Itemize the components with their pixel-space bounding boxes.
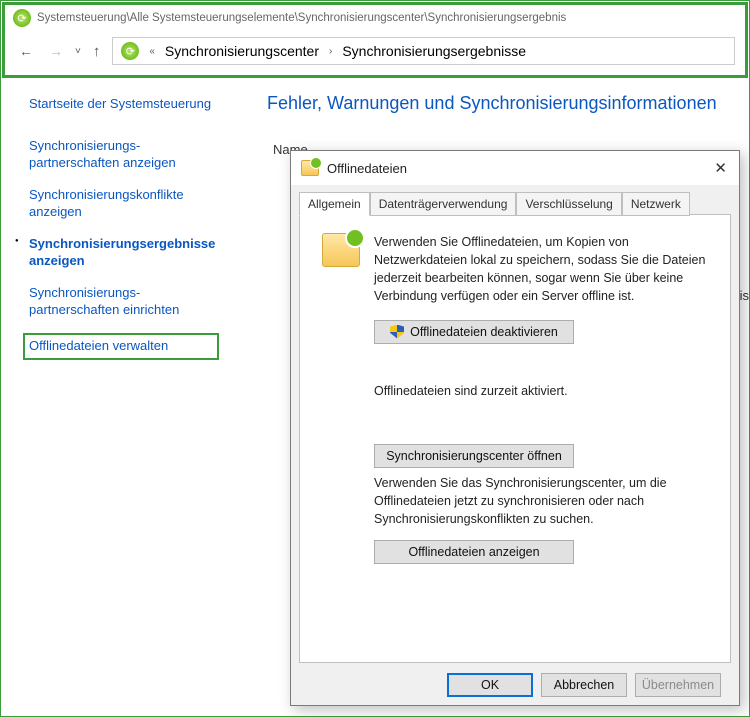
tab-panel-general: Verwenden Sie Offlinedateien, um Kopien …: [299, 214, 731, 663]
top-highlight-region: ⟳ Systemsteuerung\Alle Systemsteuerungse…: [2, 2, 748, 78]
deactivate-offline-files-button[interactable]: Offlinedateien deaktivieren: [374, 320, 574, 344]
sync-icon: ⟳: [121, 42, 139, 60]
offline-status-text: Offlinedateien sind zurzeit aktiviert.: [374, 384, 708, 398]
forward-button[interactable]: →: [45, 41, 67, 61]
sync-icon: ⟳: [13, 9, 31, 27]
folder-sync-icon: [301, 160, 319, 176]
sidebar-item-conflicts[interactable]: Synchronisierungskonflikte anzeigen: [29, 186, 239, 221]
chevron-left-icon: «: [149, 46, 155, 57]
button-label: Offlinedateien anzeigen: [408, 545, 539, 559]
up-button[interactable]: ↑: [89, 41, 105, 62]
tab-network[interactable]: Netzwerk: [622, 192, 690, 216]
open-sync-center-button[interactable]: Synchronisierungscenter öffnen: [374, 444, 574, 468]
dialog-button-row: OK Abbrechen Übernehmen: [299, 663, 731, 697]
general-description: Verwenden Sie Offlinedateien, um Kopien …: [374, 233, 708, 306]
tab-disk-usage[interactable]: Datenträgerverwendung: [370, 192, 517, 216]
back-button[interactable]: ←: [15, 41, 37, 61]
sidebar: Startseite der Systemsteuerung Synchroni…: [1, 79, 259, 382]
sidebar-item-partnerships-view[interactable]: Synchronisierungs- partnerschaften anzei…: [29, 137, 239, 172]
button-label: Synchronisierungscenter öffnen: [386, 449, 562, 463]
folder-sync-icon: [322, 233, 360, 267]
chevron-right-icon: ›: [329, 46, 332, 57]
breadcrumb-level-2[interactable]: Synchronisierungsergebnisse: [342, 43, 526, 59]
dialog-titlebar: Offlinedateien ✕: [291, 151, 739, 185]
tab-general[interactable]: Allgemein: [299, 192, 370, 216]
sidebar-item-manage-offline[interactable]: Offlinedateien verwalten: [29, 337, 211, 355]
path-text: Systemsteuerung\Alle Systemsteuerungsele…: [37, 12, 566, 24]
tab-encryption[interactable]: Verschlüsselung: [516, 192, 621, 216]
breadcrumb-level-1[interactable]: Synchronisierungscenter: [165, 43, 319, 59]
ok-button[interactable]: OK: [447, 673, 533, 697]
explorer-path-bar: ⟳ Systemsteuerung\Alle Systemsteuerungse…: [5, 5, 745, 29]
navigation-toolbar: ← → ˅ ↑ ⟳ « Synchronisierungscenter › Sy…: [5, 29, 745, 75]
sidebar-item-results[interactable]: Synchronisierungsergebnisse anzeigen: [29, 235, 239, 270]
page-title: Fehler, Warnungen und Synchronisierungsi…: [267, 93, 745, 114]
offline-files-dialog: Offlinedateien ✕ Allgemein Datenträgerve…: [290, 150, 740, 706]
sync-center-description: Verwenden Sie das Synchronisierungscente…: [374, 474, 708, 528]
cancel-button[interactable]: Abbrechen: [541, 673, 627, 697]
sidebar-home[interactable]: Startseite der Systemsteuerung: [29, 95, 239, 113]
history-dropdown[interactable]: ˅: [75, 46, 81, 57]
truncated-partial-text: is: [740, 288, 749, 303]
dialog-body: Allgemein Datenträgerverwendung Verschlü…: [291, 185, 739, 705]
close-button[interactable]: ✕: [712, 159, 729, 177]
dialog-title-text: Offlinedateien: [327, 161, 407, 176]
apply-button[interactable]: Übernehmen: [635, 673, 721, 697]
shield-icon: [390, 325, 404, 339]
sidebar-item-partnerships-setup[interactable]: Synchronisierungs- partnerschaften einri…: [29, 284, 239, 319]
button-label: Offlinedateien deaktivieren: [410, 325, 558, 339]
dialog-tabstrip: Allgemein Datenträgerverwendung Verschlü…: [299, 191, 731, 215]
address-breadcrumb[interactable]: ⟳ « Synchronisierungscenter › Synchronis…: [112, 37, 735, 65]
view-offline-files-button[interactable]: Offlinedateien anzeigen: [374, 540, 574, 564]
